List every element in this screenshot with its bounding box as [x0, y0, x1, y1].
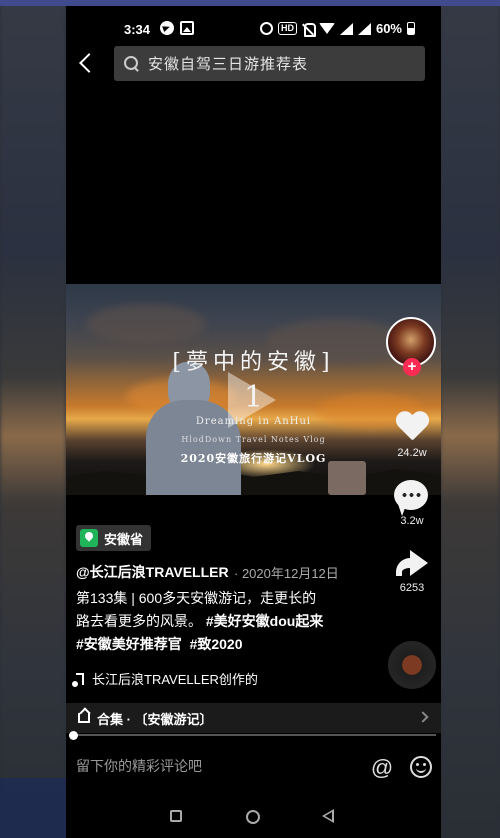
- android-nav-bar: [66, 794, 441, 838]
- post-date: · 2020年12月12日: [234, 566, 339, 581]
- location-tag[interactable]: 安徽省: [76, 525, 152, 551]
- phone-screen: 3:34 HD 60% 安徽自驾三日游推荐表 [夢中的安徽] 1 Dreamin…: [66, 6, 441, 838]
- author-name[interactable]: @长江后浪TRAVELLER: [76, 562, 229, 582]
- collection-label: 合集 · 〔安徽游记〕: [97, 711, 213, 727]
- back-arrow-icon[interactable]: [79, 53, 99, 73]
- comment-dots: [401, 493, 421, 497]
- wifi-icon: [318, 23, 335, 34]
- cloud-shape: [86, 304, 206, 344]
- desc-line-1: 第133集 | 600多天安徽游记，走更长的: [76, 590, 317, 606]
- comment-count: 3.2w: [400, 515, 424, 527]
- hashtag-link[interactable]: #安徽美好推荐官: [76, 636, 182, 652]
- battery-percent: 60%: [375, 21, 402, 36]
- signal-icon: [339, 22, 353, 35]
- collection-stack-icon: [78, 713, 90, 723]
- collection-bar[interactable]: 合集 · 〔安徽游记〕: [66, 703, 441, 733]
- comment-icon[interactable]: [394, 480, 428, 510]
- chevron-right-icon: [417, 711, 429, 723]
- comment-bar: @: [66, 738, 441, 794]
- video-subtitle: Dreaming in AnHui: [195, 416, 312, 427]
- search-icon: [124, 55, 140, 72]
- music-note-icon: [72, 672, 84, 687]
- follow-button[interactable]: +: [403, 358, 421, 376]
- music-disc-icon[interactable]: [388, 641, 436, 689]
- status-bar: 3:34 HD 60%: [66, 6, 441, 42]
- like-heart-icon[interactable]: [395, 412, 429, 442]
- search-input[interactable]: 安徽自驾三日游推荐表: [114, 46, 425, 81]
- signal-icon-2: [357, 22, 371, 35]
- post-description: 第133集 | 600多天安徽游记，走更长的 路去看更多的风景。 #美好安徽do…: [76, 587, 376, 656]
- status-time: 3:34: [124, 22, 151, 37]
- alarm-icon: [259, 22, 273, 35]
- location-pin-icon: [80, 529, 98, 547]
- nav-back-icon[interactable]: [322, 809, 334, 823]
- desc-line-2: 路去看更多的风景。 #美好安徽dou起来: [76, 610, 376, 633]
- share-arrow-icon[interactable]: [396, 550, 430, 580]
- share-count: 6253: [399, 582, 425, 594]
- home-icon[interactable]: [246, 810, 260, 824]
- location-label: 安徽省: [104, 531, 144, 547]
- video-progress-track[interactable]: [72, 734, 436, 736]
- share-arrow-head: [410, 550, 428, 576]
- gallery-icon: [180, 21, 194, 35]
- music-title: 长江后浪TRAVELLER创作的: [92, 672, 258, 687]
- mute-icon: [302, 22, 316, 37]
- cup-object: [328, 461, 366, 495]
- blurred-background-right: [440, 0, 500, 838]
- hd-voice-icon: HD: [277, 22, 297, 35]
- like-count: 24.2w: [397, 447, 427, 459]
- video-player[interactable]: [夢中的安徽] 1 Dreaming in AnHui HlodDown Tra…: [66, 284, 441, 495]
- desktop-bottom-strip: [0, 778, 66, 838]
- hashtag-link[interactable]: #致2020: [190, 636, 243, 652]
- comment-input[interactable]: [76, 752, 356, 780]
- desc-text: 路去看更多的风景。: [76, 613, 202, 629]
- desc-line-3: #安徽美好推荐官 #致2020: [76, 633, 376, 656]
- hashtag-link[interactable]: #美好安徽dou起来: [206, 613, 323, 629]
- telegram-icon: [160, 21, 174, 35]
- music-info[interactable]: 长江后浪TRAVELLER创作的: [72, 669, 258, 688]
- video-credit: HlodDown Travel Notes Vlog: [181, 435, 326, 444]
- blurred-background-left: [0, 0, 66, 838]
- recent-apps-icon[interactable]: [170, 810, 182, 822]
- mention-at-icon[interactable]: @: [370, 756, 394, 780]
- video-episode-number: 1: [243, 380, 264, 415]
- search-query: 安徽自驾三日游推荐表: [148, 56, 309, 73]
- emoji-icon[interactable]: [410, 756, 432, 778]
- status-icons: HD 60%: [259, 21, 415, 37]
- battery-icon: [407, 22, 415, 35]
- video-title: [夢中的安徽]: [172, 350, 335, 375]
